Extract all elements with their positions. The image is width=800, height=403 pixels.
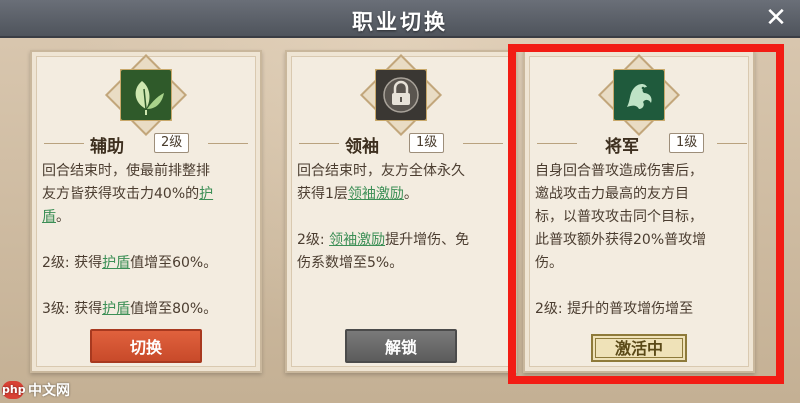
class-name-row: 辅助 2级 bbox=[32, 132, 260, 157]
divider-left bbox=[44, 143, 84, 144]
keyword-link[interactable]: 领袖激励 bbox=[348, 186, 404, 202]
divider-left bbox=[299, 143, 339, 144]
keyword-link[interactable]: 护盾 bbox=[102, 301, 130, 317]
desc-line: 2级: 领袖激励提升增伤、免 bbox=[297, 232, 470, 248]
switch-button[interactable]: 切换 bbox=[90, 329, 202, 363]
watermark-text: 中文网 bbox=[28, 383, 70, 399]
level-badge: 2级 bbox=[154, 133, 190, 153]
desc-line: 回合结束时，使最前排整排 bbox=[42, 163, 210, 179]
desc-line: 回合结束时，友方全体永久 bbox=[297, 163, 465, 179]
keyword-link[interactable]: 领袖激励 bbox=[329, 232, 385, 248]
title-bar: 职业切换 ✕ bbox=[0, 0, 800, 38]
class-description: 回合结束时，友方全体永久 获得1层领袖激励。 2级: 领袖激励提升增伤、免 伤系… bbox=[297, 160, 507, 320]
divider-right bbox=[463, 143, 503, 144]
class-name-row: 领袖 1级 bbox=[287, 132, 515, 157]
class-card-support: 辅助 2级 回合结束时，使最前排整排 友方皆获得攻击力40%的护 盾。 2级: … bbox=[30, 50, 262, 373]
desc-line: 3级: 获得护盾值增至80%。 bbox=[42, 301, 218, 317]
desc-line: 伤系数增至5%。 bbox=[297, 255, 404, 271]
class-description: 回合结束时，使最前排整排 友方皆获得攻击力40%的护 盾。 2级: 获得护盾值增… bbox=[42, 160, 252, 320]
class-card-leader: 领袖 1级 回合结束时，友方全体永久 获得1层领袖激励。 2级: 领袖激励提升增… bbox=[285, 50, 517, 373]
desc-line: 盾。 bbox=[42, 209, 70, 225]
keyword-link[interactable]: 盾 bbox=[42, 209, 56, 225]
watermark: php 中文网 bbox=[2, 379, 70, 401]
divider-right bbox=[208, 143, 248, 144]
lock-icon bbox=[375, 69, 427, 121]
desc-line: 友方皆获得攻击力40%的护 bbox=[42, 186, 214, 202]
class-name: 领袖 bbox=[345, 137, 379, 157]
highlight-frame bbox=[508, 44, 784, 384]
class-name: 辅助 bbox=[90, 137, 124, 157]
page-title: 职业切换 bbox=[352, 9, 448, 34]
watermark-logo: php bbox=[2, 381, 26, 399]
desc-line: 获得1层领袖激励。 bbox=[297, 186, 418, 202]
keyword-link[interactable]: 护 bbox=[199, 186, 213, 202]
close-icon[interactable]: ✕ bbox=[762, 4, 790, 32]
level-badge: 1级 bbox=[409, 133, 445, 153]
keyword-link[interactable]: 护盾 bbox=[102, 255, 130, 271]
unlock-button[interactable]: 解锁 bbox=[345, 329, 457, 363]
desc-line: 2级: 获得护盾值增至60%。 bbox=[42, 255, 218, 271]
leaf-icon bbox=[120, 69, 172, 121]
